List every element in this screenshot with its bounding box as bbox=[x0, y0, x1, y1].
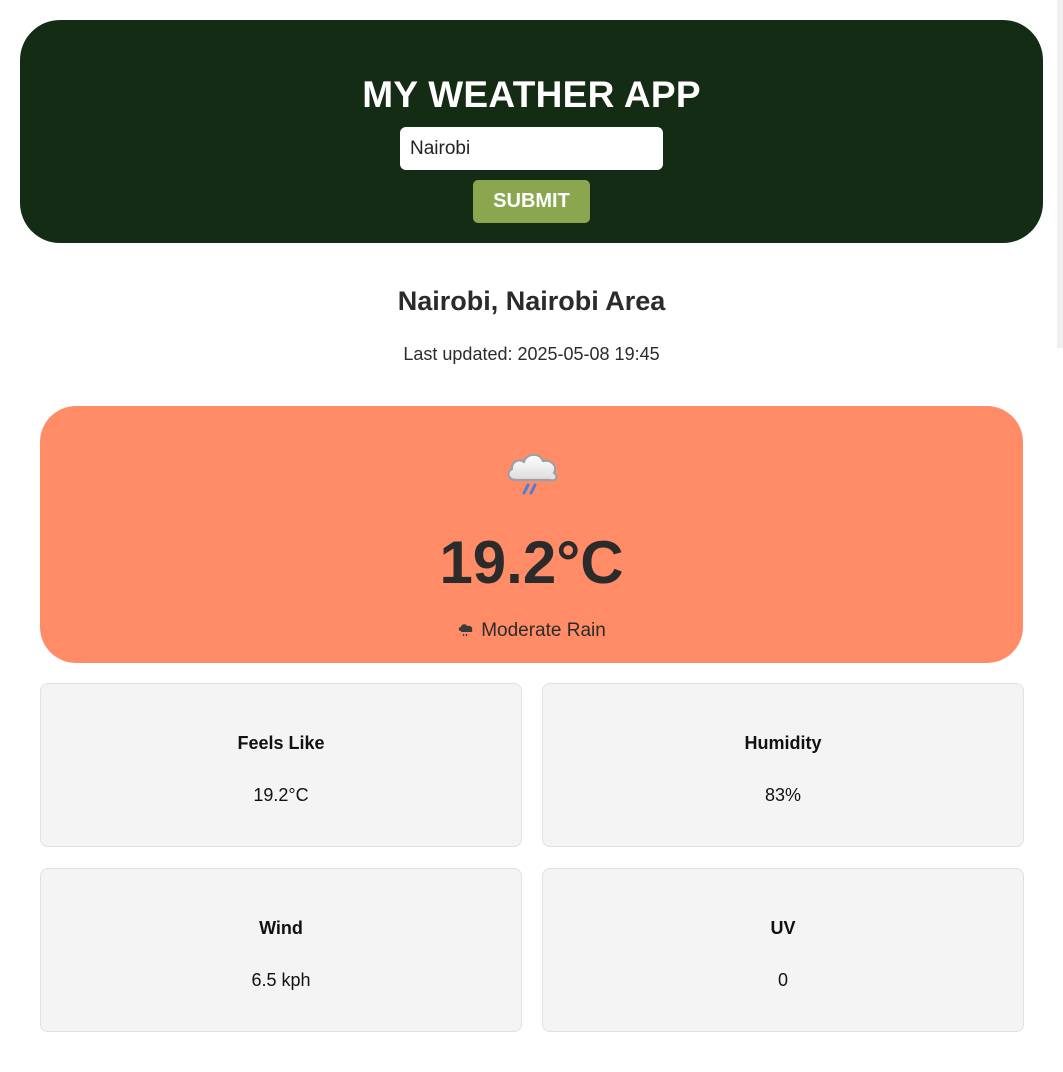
stat-label: Wind bbox=[259, 918, 303, 938]
stat-value: 0 bbox=[777, 970, 788, 990]
stat-card-humidity: Humidity 83% bbox=[542, 683, 1024, 847]
current-temperature: 19.2°C bbox=[439, 529, 624, 596]
cloud-rain-icon bbox=[507, 453, 558, 495]
stat-card-wind: Wind 6.5 kph bbox=[40, 868, 522, 1032]
stat-label: Feels Like bbox=[237, 733, 325, 753]
city-search-input[interactable] bbox=[400, 127, 663, 170]
stat-value: 19.2°C bbox=[253, 785, 309, 805]
cloud-rain-small-icon bbox=[458, 624, 473, 637]
condition-text: Moderate Rain bbox=[481, 620, 606, 641]
stat-label: Humidity bbox=[744, 733, 822, 753]
stat-card-uv: UV 0 bbox=[542, 868, 1024, 1032]
last-updated-text: Last updated: 2025-05-08 19:45 bbox=[403, 344, 660, 364]
location-name: Nairobi, Nairobi Area bbox=[397, 286, 666, 316]
app-title: MY WEATHER APP bbox=[362, 74, 701, 115]
submit-button[interactable]: SUBMIT bbox=[473, 180, 590, 223]
app-header: MY WEATHER APP SUBMIT bbox=[20, 20, 1043, 243]
stat-value: 6.5 kph bbox=[251, 970, 311, 990]
stat-label: UV bbox=[770, 918, 796, 938]
current-weather-card: 19.2°C Moderate Rain bbox=[40, 406, 1023, 663]
stat-card-feels-like: Feels Like 19.2°C bbox=[40, 683, 522, 847]
stat-value: 83% bbox=[764, 785, 802, 805]
weather-condition: Moderate Rain bbox=[40, 620, 1023, 642]
